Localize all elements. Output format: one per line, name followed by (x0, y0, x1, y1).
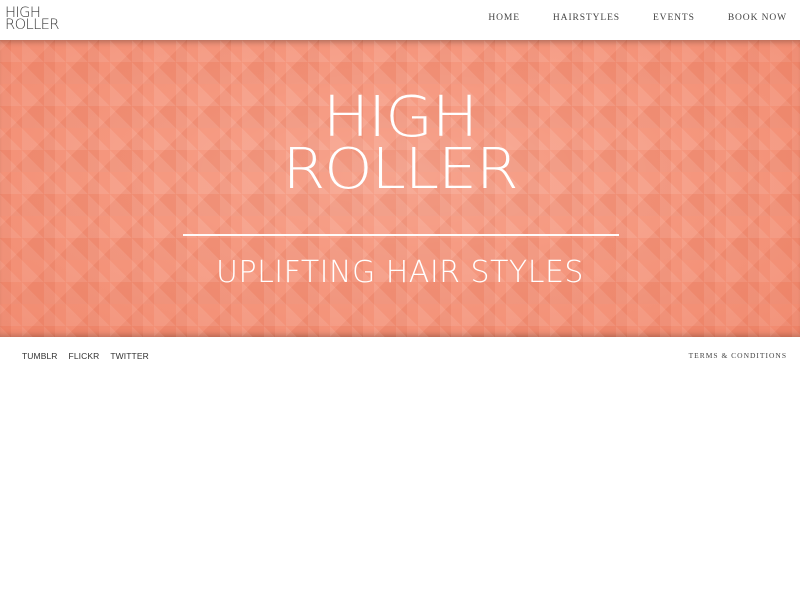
nav-hairstyles-link[interactable]: HAIRSTYLES (553, 13, 620, 27)
terms-and-conditions-link[interactable]: TERMS & CONDITIONS (689, 351, 787, 360)
flickr-link[interactable]: FLICKR (69, 351, 100, 361)
hero-banner: HIGH ROLLER UPLIFTING HAIR STYLES (0, 40, 800, 337)
nav-events-link[interactable]: EVENTS (653, 13, 695, 27)
nav-book-now-link[interactable]: BOOK NOW (728, 13, 787, 27)
footer-links: TUMBLR FLICKR TWITTER TERMS & CONDITIONS (0, 351, 800, 365)
hero-tagline: UPLIFTING HAIR STYLES (216, 255, 584, 290)
hero-title-line-2: ROLLER (282, 137, 518, 202)
hero-divider (183, 234, 619, 236)
twitter-link[interactable]: TWITTER (110, 351, 148, 361)
site-logo[interactable]: HIGH ROLLER (5, 6, 69, 33)
nav-home-link[interactable]: HOME (488, 13, 520, 27)
main-nav: HOME HAIRSTYLES EVENTS BOOK NOW (488, 13, 787, 27)
tumblr-link[interactable]: TUMBLR (22, 351, 58, 361)
site-header: HIGH ROLLER HOME HAIRSTYLES EVENTS BOOK … (0, 0, 800, 40)
hero-title: HIGH ROLLER (0, 90, 800, 202)
logo-line-2: ROLLER (5, 17, 60, 33)
social-links: TUMBLR FLICKR TWITTER (22, 351, 149, 361)
